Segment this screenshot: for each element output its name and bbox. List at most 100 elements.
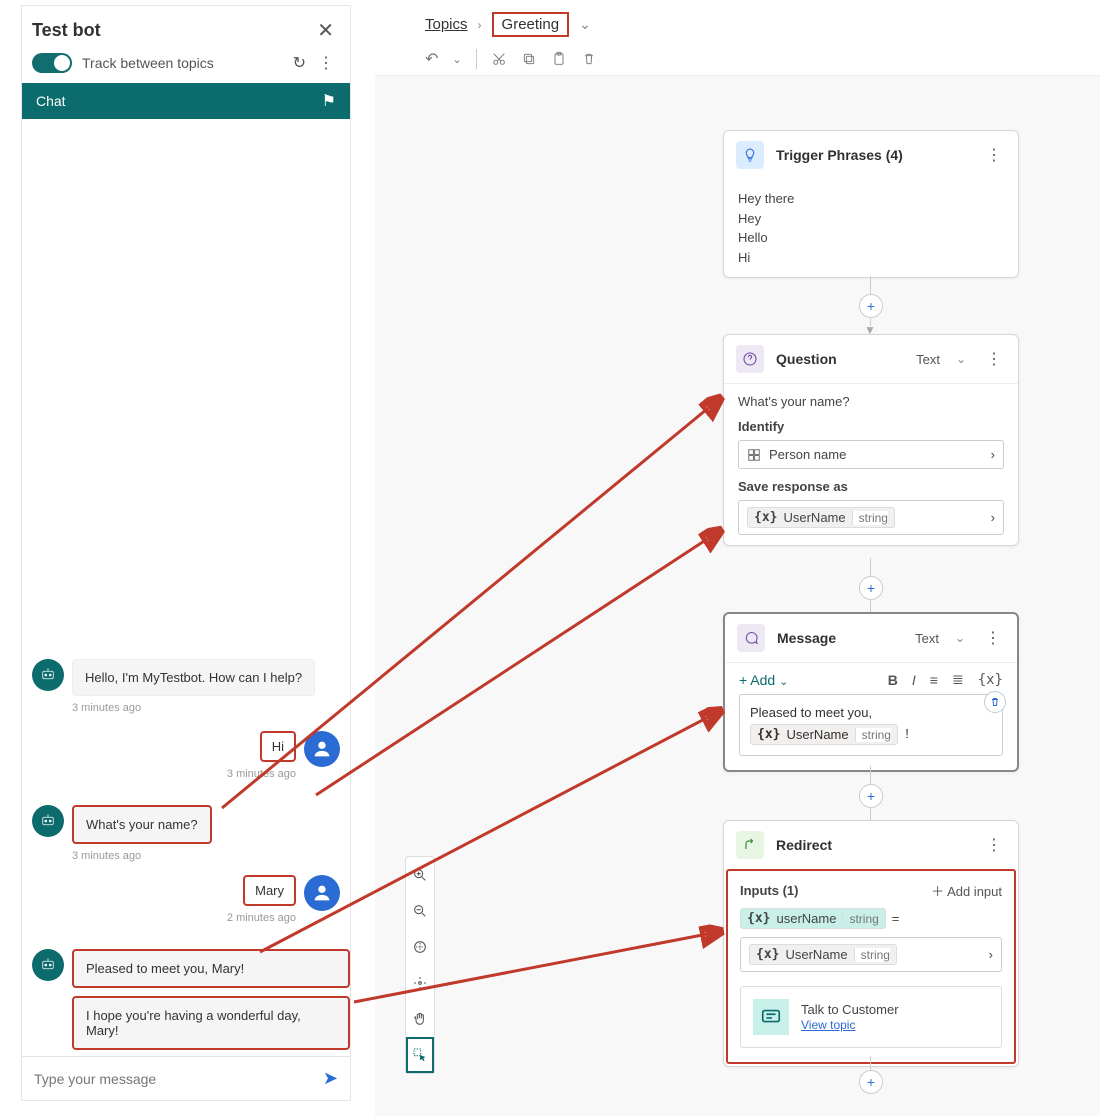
node-title: Message — [777, 630, 903, 646]
track-label: Track between topics — [82, 55, 214, 71]
authoring-canvas[interactable]: Trigger Phrases (4) ⋮ Hey thereHeyHelloH… — [375, 75, 1100, 1116]
redirect-topic-title: Talk to Customer — [801, 1002, 899, 1017]
numbered-icon[interactable]: ≣ — [952, 671, 964, 688]
more-icon[interactable]: ⋮ — [982, 835, 1006, 855]
bot-message: Pleased to meet you, Mary! — [72, 949, 350, 988]
chevron-down-icon[interactable]: ⌄ — [955, 631, 965, 645]
close-icon[interactable]: ✕ — [317, 18, 334, 43]
topic-icon — [753, 999, 789, 1035]
add-button[interactable]: + Add ⌄ — [739, 672, 788, 688]
save-as-label: Save response as — [738, 479, 1004, 494]
bot-avatar — [32, 949, 64, 981]
chevron-down-icon[interactable]: ⌄ — [452, 53, 461, 66]
pan-icon[interactable] — [406, 1001, 434, 1037]
node-type[interactable]: Text — [916, 352, 940, 367]
node-type[interactable]: Text — [915, 631, 939, 646]
test-bot-panel: Test bot ✕ Track between topics ↻ ⋮ Chat… — [21, 5, 351, 1101]
breadcrumb-root[interactable]: Topics — [425, 16, 468, 33]
question-prompt[interactable]: What's your name? — [738, 394, 1004, 409]
panel-title: Test bot — [32, 20, 101, 41]
chat-header: Chat ⚑ — [22, 83, 350, 119]
redirect-icon — [736, 831, 764, 859]
message-toolbar: + Add ⌄ B I ≡ ≣ {x} — [725, 663, 1017, 688]
copy-icon[interactable] — [521, 51, 537, 67]
chevron-right-icon: › — [478, 18, 482, 32]
more-icon[interactable]: ⋮ — [981, 628, 1005, 648]
redirect-node[interactable]: Redirect ⋮ Inputs (1) ＋ Add input {x}use… — [723, 820, 1019, 1067]
italic-icon[interactable]: I — [912, 672, 916, 688]
paste-icon[interactable] — [551, 51, 567, 67]
user-avatar — [304, 731, 340, 767]
bot-avatar — [32, 659, 64, 691]
variable-icon[interactable]: {x} — [978, 672, 1003, 688]
breadcrumb-current[interactable]: Greeting — [492, 12, 570, 37]
identify-field[interactable]: Person name › — [738, 440, 1004, 469]
chevron-down-icon[interactable]: ⌄ — [956, 352, 966, 366]
zoom-controls — [405, 856, 435, 1074]
recenter-icon[interactable] — [406, 965, 434, 1001]
add-node-button[interactable]: + — [859, 576, 883, 600]
variable-field[interactable]: {x}UserNamestring › — [738, 500, 1004, 535]
question-icon — [736, 345, 764, 373]
breadcrumb: Topics › Greeting ⌄ — [375, 0, 1100, 43]
entity-icon — [747, 448, 761, 462]
message-text-box[interactable]: Pleased to meet you, {x}UserNamestring ! — [739, 694, 1003, 756]
node-title: Question — [776, 351, 904, 367]
reset-icon[interactable]: ↻ — [293, 53, 306, 73]
chevron-right-icon: › — [989, 947, 993, 962]
question-node[interactable]: Question Text ⌄ ⋮ What's your name? Iden… — [723, 334, 1019, 546]
message-node[interactable]: Message Text ⌄ ⋮ + Add ⌄ B I ≡ ≣ {x} Ple… — [723, 612, 1019, 772]
bot-avatar — [32, 805, 64, 837]
add-input-button[interactable]: ＋ Add input — [931, 881, 1002, 900]
bullets-icon[interactable]: ≡ — [930, 672, 938, 688]
lightbulb-icon — [736, 141, 764, 169]
chat-body: Hello, I'm MyTestbot. How can I help? 3 … — [22, 119, 350, 1059]
trigger-phrase: Hello — [738, 228, 1004, 248]
track-toggle[interactable] — [32, 53, 72, 73]
chevron-right-icon: › — [991, 447, 995, 462]
chat-input[interactable] — [34, 1071, 323, 1087]
add-node-button[interactable]: + — [859, 784, 883, 808]
bot-message: What's your name? — [72, 805, 212, 844]
node-title: Redirect — [776, 837, 970, 853]
user-message: Mary — [243, 875, 296, 906]
msg-time: 3 minutes ago — [227, 768, 296, 780]
trigger-phrases-list: Hey thereHeyHelloHi — [724, 179, 1018, 277]
bot-message: Hello, I'm MyTestbot. How can I help? — [72, 659, 315, 696]
chat-input-row: ➤ — [22, 1056, 350, 1100]
chevron-down-icon[interactable]: ⌄ — [579, 16, 591, 33]
undo-icon[interactable]: ↶ — [425, 49, 438, 69]
user-message: Hi — [260, 731, 296, 762]
identify-label: Identify — [738, 419, 1004, 434]
flag-icon[interactable]: ⚑ — [322, 91, 336, 111]
zoom-in-icon[interactable] — [406, 857, 434, 893]
msg-time: 3 minutes ago — [72, 702, 315, 714]
add-node-button[interactable]: + — [859, 1070, 883, 1094]
bot-message: I hope you're having a wonderful day, Ma… — [72, 996, 350, 1050]
cut-icon[interactable] — [491, 51, 507, 67]
inputs-label: Inputs (1) — [740, 883, 799, 898]
trigger-phrase: Hi — [738, 248, 1004, 268]
redirect-target[interactable]: Talk to Customer View topic — [740, 986, 1002, 1048]
delete-icon[interactable] — [581, 51, 597, 67]
more-icon[interactable]: ⋮ — [982, 145, 1006, 165]
user-avatar — [304, 875, 340, 911]
select-icon[interactable] — [406, 1037, 434, 1073]
bold-icon[interactable]: B — [888, 672, 898, 688]
more-icon[interactable]: ⋮ — [982, 349, 1006, 369]
trigger-phrase: Hey — [738, 209, 1004, 229]
delete-icon[interactable] — [984, 691, 1006, 713]
source-variable-field[interactable]: {x}UserNamestring › — [740, 937, 1002, 972]
zoom-out-icon[interactable] — [406, 893, 434, 929]
add-node-button[interactable]: + — [859, 294, 883, 318]
zoom-fit-icon[interactable] — [406, 929, 434, 965]
trigger-phrase: Hey there — [738, 189, 1004, 209]
node-title: Trigger Phrases (4) — [776, 147, 970, 163]
param-token: {x}userNamestring — [740, 908, 886, 929]
trigger-node[interactable]: Trigger Phrases (4) ⋮ Hey thereHeyHelloH… — [723, 130, 1019, 278]
send-icon[interactable]: ➤ — [323, 1068, 338, 1089]
more-icon[interactable]: ⋮ — [318, 53, 334, 73]
view-topic-link[interactable]: View topic — [801, 1018, 855, 1032]
msg-time: 2 minutes ago — [227, 912, 296, 924]
chat-tab-label[interactable]: Chat — [36, 93, 66, 109]
